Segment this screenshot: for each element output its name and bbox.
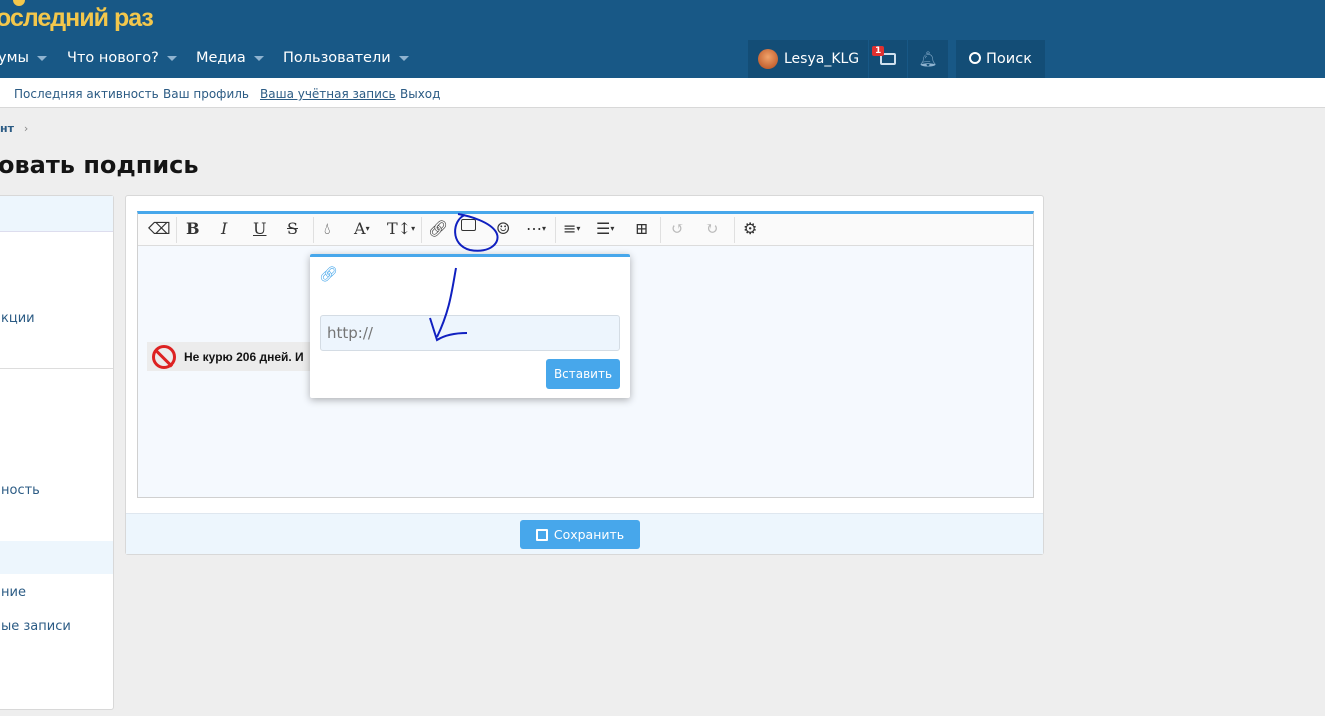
annotation-arrow	[429, 267, 468, 342]
annotation-circle	[454, 213, 499, 252]
hand-drawn-annotation	[429, 213, 499, 342]
